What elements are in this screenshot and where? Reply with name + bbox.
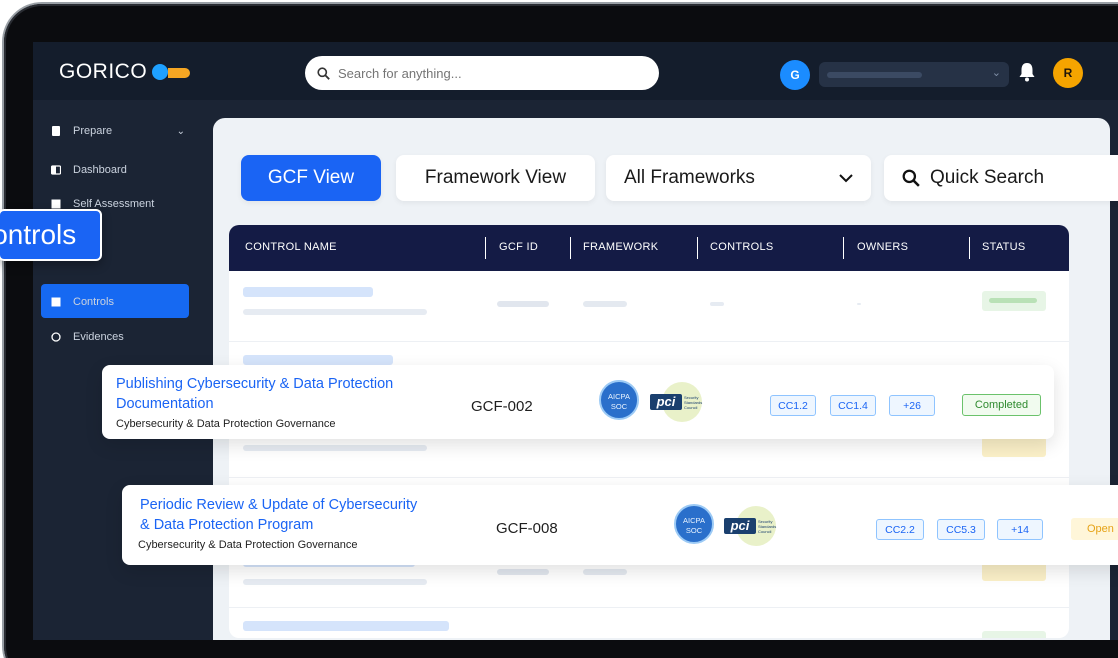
logo-mark-icon <box>150 62 192 82</box>
frameworks-select-value: All Frameworks <box>624 167 755 188</box>
dashboard-icon <box>51 165 61 175</box>
user-select[interactable]: ⌄ <box>819 62 1009 87</box>
column-divider <box>969 237 970 259</box>
column-divider <box>697 237 698 259</box>
soc-label: SOC <box>610 402 628 411</box>
search-icon <box>902 169 920 187</box>
controls-highlight-pill[interactable]: Controls <box>0 209 102 261</box>
control-chip[interactable]: CC1.2 <box>770 395 816 416</box>
aicpa-soc-logo: AICPA SOC <box>674 504 714 544</box>
profile-avatar[interactable]: R <box>1053 58 1083 88</box>
sidebar-item-controls[interactable]: Controls <box>51 289 189 315</box>
control-chip[interactable]: CC2.2 <box>876 519 924 540</box>
status-badge: Open <box>1071 518 1118 540</box>
clipboard-icon <box>52 126 60 136</box>
avatar[interactable]: G <box>780 60 810 90</box>
chevron-down-icon: ⌄ <box>991 67 1001 79</box>
gcf-id: GCF-008 <box>496 520 558 537</box>
table-header: CONTROL NAME GCF ID FRAMEWORK CONTROLS O… <box>229 225 1069 271</box>
control-category: Cybersecurity & Data Protection Governan… <box>116 418 336 430</box>
quick-search-field[interactable]: Quick Search <box>884 155 1118 201</box>
pci-logo: pci Security Standards Council <box>722 506 794 546</box>
device-mockup: GORICO G ⌄ R Prepare ⌄ <box>0 0 1118 658</box>
global-search[interactable] <box>305 56 659 90</box>
sidebar-item-evidences[interactable]: Evidences <box>51 324 189 350</box>
column-divider <box>843 237 844 259</box>
logo-text: GORICO <box>59 60 148 83</box>
assessment-icon <box>51 199 61 209</box>
column-header: GCF ID <box>499 241 539 253</box>
soc-label: SOC <box>685 526 703 535</box>
pci-mark: pci <box>650 394 682 410</box>
tab-gcf-view[interactable]: GCF View <box>241 155 381 201</box>
column-header: CONTROL NAME <box>245 241 337 253</box>
evidence-icon <box>51 332 61 342</box>
chevron-down-icon <box>839 174 853 183</box>
control-name-line: Publishing Cybersecurity & Data Protecti… <box>116 376 394 392</box>
user-name-blurred <box>827 72 922 78</box>
quick-search-label: Quick Search <box>930 167 1045 188</box>
top-bar: GORICO G ⌄ R <box>33 42 1118 100</box>
control-name-line: Documentation <box>116 396 214 412</box>
column-divider <box>485 237 486 259</box>
table-row <box>229 607 1069 638</box>
control-category: Cybersecurity & Data Protection Governan… <box>138 539 358 551</box>
search-input[interactable] <box>336 64 640 82</box>
column-divider <box>570 237 571 259</box>
gcf-id: GCF-002 <box>471 398 533 415</box>
sidebar-item-label: Evidences <box>73 331 124 343</box>
pci-mark: pci <box>724 518 756 534</box>
bell-icon[interactable] <box>1019 62 1035 87</box>
aicpa-label: AICPA <box>608 392 630 401</box>
more-controls-chip[interactable]: +26 <box>889 395 935 416</box>
control-name-line: Periodic Review & Update of Cybersecurit… <box>140 497 418 513</box>
sidebar-item-label: Controls <box>73 296 114 308</box>
table-row <box>229 271 1069 342</box>
pci-caption: Security Standards Council <box>684 395 703 410</box>
column-header: FRAMEWORK <box>583 241 659 253</box>
controls-highlight-label: Controls <box>0 219 77 250</box>
more-controls-chip[interactable]: +14 <box>997 519 1043 540</box>
app-logo[interactable]: GORICO <box>59 60 192 84</box>
sidebar-item-label: Dashboard <box>73 164 127 176</box>
column-header: STATUS <box>982 241 1026 253</box>
chevron-down-icon: ⌄ <box>176 125 185 137</box>
search-icon <box>317 66 330 80</box>
column-header: OWNERS <box>857 241 909 253</box>
table-row[interactable]: Publishing Cybersecurity & Data Protecti… <box>102 365 1054 439</box>
status-badge: Completed <box>962 394 1041 416</box>
aicpa-label: AICPA <box>683 516 705 525</box>
pci-logo: pci Security Standards Council <box>648 382 720 422</box>
control-chip[interactable]: CC1.4 <box>830 395 876 416</box>
control-name-link[interactable]: Periodic Review & Update of Cybersecurit… <box>140 495 417 535</box>
column-header: CONTROLS <box>710 241 774 253</box>
pci-caption: Security Standards Council <box>758 519 777 534</box>
control-chip[interactable]: CC5.3 <box>937 519 985 540</box>
control-name-link[interactable]: Publishing Cybersecurity & Data Protecti… <box>116 374 393 414</box>
controls-icon <box>51 297 61 307</box>
control-name-line: & Data Protection Program <box>140 517 314 533</box>
sidebar-item-prepare[interactable]: Prepare ⌄ <box>51 118 189 144</box>
sidebar-item-dashboard[interactable]: Dashboard <box>51 157 189 183</box>
aicpa-soc-logo: AICPA SOC <box>599 380 639 420</box>
frameworks-select[interactable]: All Frameworks <box>606 155 871 201</box>
tab-framework-view[interactable]: Framework View <box>396 155 595 201</box>
table-row[interactable]: Periodic Review & Update of Cybersecurit… <box>122 485 1118 565</box>
sidebar-item-label: Prepare <box>73 125 113 137</box>
